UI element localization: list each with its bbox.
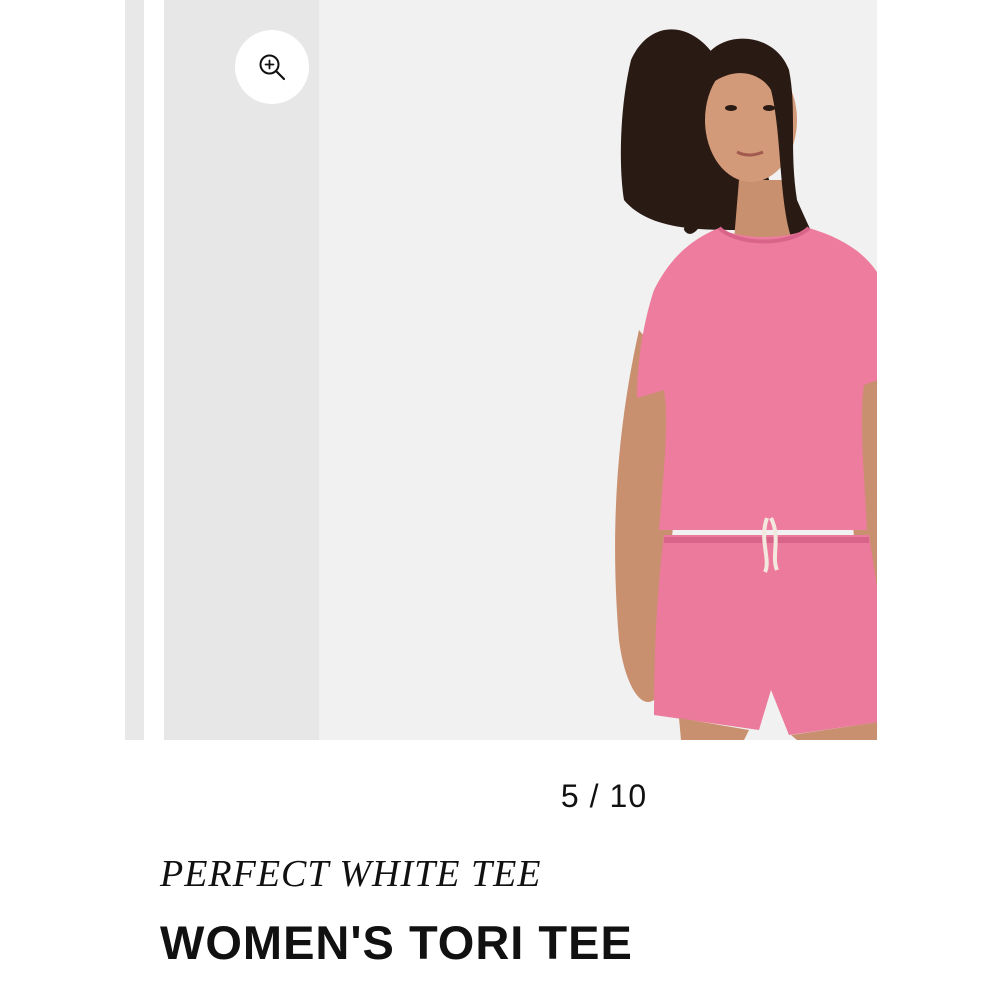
- image-gallery[interactable]: [125, 0, 877, 740]
- zoom-in-icon: [259, 54, 286, 81]
- product-page: 5/10 PERFECT WHITE TEE WOMEN'S TORI TEE: [0, 0, 1000, 1000]
- current-slide[interactable]: [319, 0, 877, 740]
- product-title: WOMEN'S TORI TEE: [160, 916, 633, 969]
- slide-current: 5: [560, 778, 580, 814]
- slide-total: 10: [609, 778, 648, 814]
- brand-name[interactable]: PERFECT WHITE TEE: [160, 852, 542, 896]
- slide-counter: 5/10: [0, 778, 1000, 815]
- product-image: [615, 29, 877, 740]
- previous-slide-edge[interactable]: [125, 0, 144, 740]
- zoom-button[interactable]: [235, 30, 309, 104]
- slide-separator: /: [589, 778, 600, 814]
- previous-slide[interactable]: [164, 0, 319, 740]
